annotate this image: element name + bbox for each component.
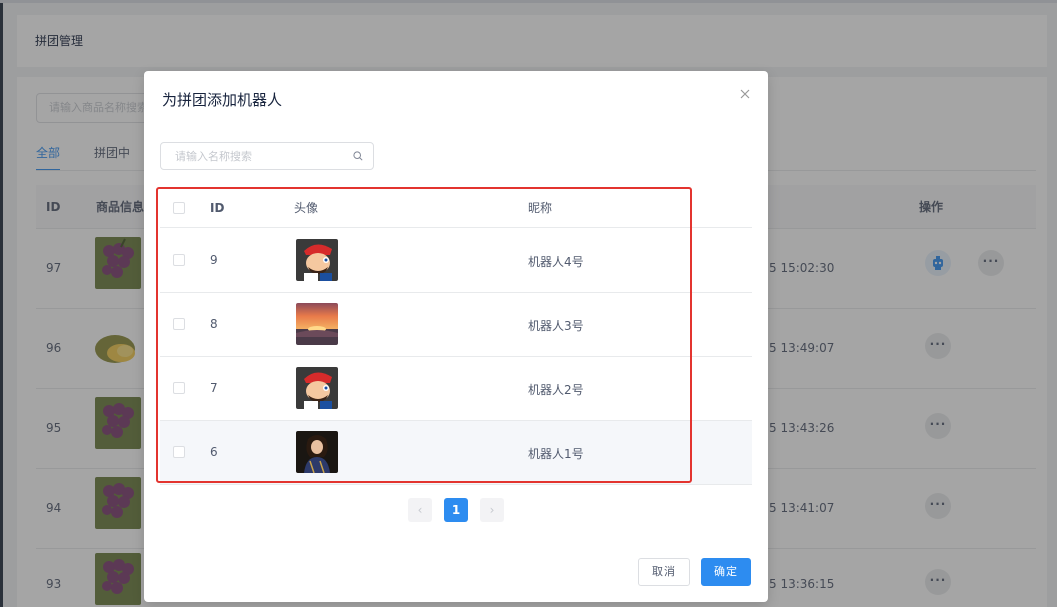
portrait-avatar [296, 431, 338, 473]
table-row[interactable]: 8 机器人3号 [160, 293, 752, 357]
robot-id: 6 [210, 445, 218, 459]
robot-id: 8 [210, 317, 218, 331]
close-icon[interactable] [738, 87, 752, 101]
mario-avatar [296, 367, 338, 409]
search-icon[interactable] [353, 151, 363, 161]
robot-nickname: 机器人3号 [528, 319, 584, 333]
sunset-avatar [296, 303, 338, 345]
row-checkbox[interactable] [173, 446, 185, 458]
row-checkbox[interactable] [173, 382, 185, 394]
add-robot-modal: 为拼团添加机器人 ID 头像 昵称 9 机器人4号 8 [144, 71, 768, 602]
column-id: ID [210, 201, 225, 215]
select-all-checkbox[interactable] [173, 202, 185, 214]
table-row[interactable]: 9 机器人4号 [160, 229, 752, 293]
robot-nickname: 机器人4号 [528, 255, 584, 269]
page-number-button[interactable]: 1 [444, 498, 468, 522]
robot-search-field [160, 142, 374, 170]
robot-id: 7 [210, 381, 218, 395]
robot-table: ID 头像 昵称 9 机器人4号 8 机器人3号 7 机器人2号 6 机器人1号 [160, 200, 752, 486]
pagination: ‹ 1 › [408, 498, 504, 522]
robot-nickname: 机器人2号 [528, 383, 584, 397]
column-nickname: 昵称 [528, 201, 553, 215]
confirm-button[interactable]: 确定 [701, 558, 751, 586]
modal-title: 为拼团添加机器人 [162, 91, 283, 109]
column-avatar: 头像 [294, 201, 319, 215]
robot-search-input[interactable] [161, 143, 346, 169]
robot-id: 9 [210, 253, 218, 267]
row-checkbox[interactable] [173, 318, 185, 330]
cancel-button[interactable]: 取消 [638, 558, 690, 586]
row-checkbox[interactable] [173, 254, 185, 266]
robot-table-header: ID 头像 昵称 [160, 200, 752, 228]
prev-page-button[interactable]: ‹ [408, 498, 432, 522]
mario-avatar [296, 239, 338, 281]
table-row[interactable]: 7 机器人2号 [160, 357, 752, 421]
table-row[interactable]: 6 机器人1号 [160, 421, 752, 485]
robot-nickname: 机器人1号 [528, 447, 584, 461]
next-page-button[interactable]: › [480, 498, 504, 522]
